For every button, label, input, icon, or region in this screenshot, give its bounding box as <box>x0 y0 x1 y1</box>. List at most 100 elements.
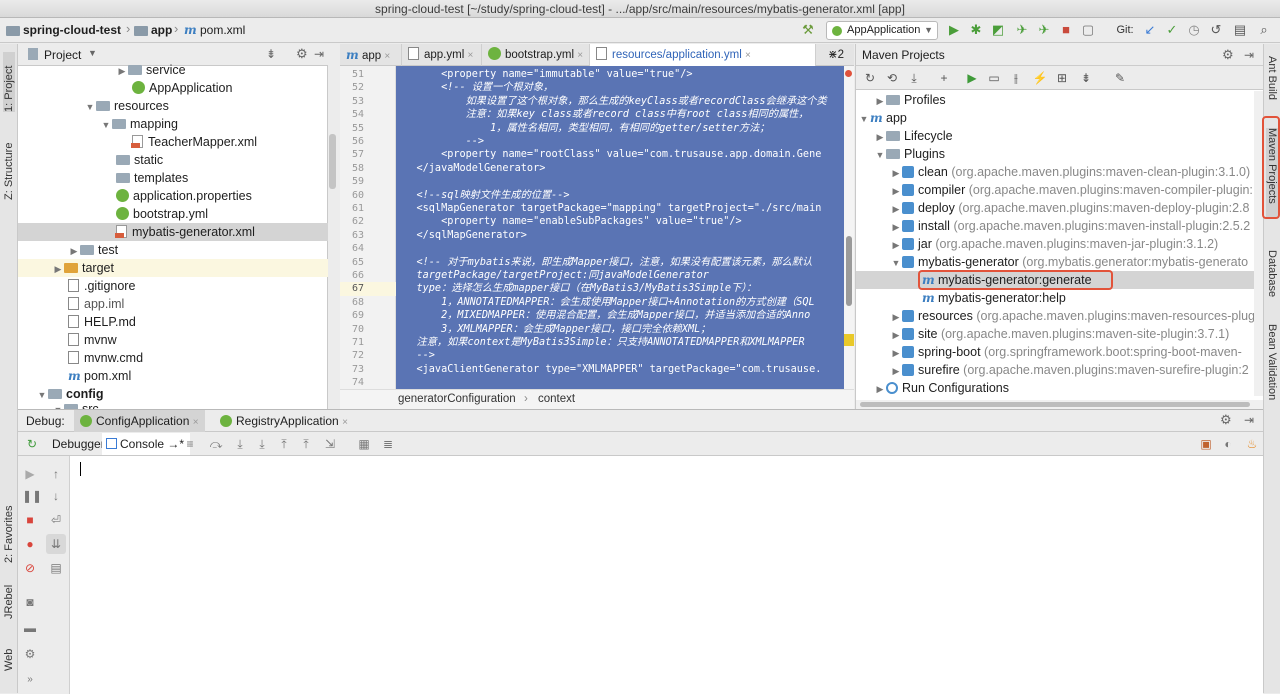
hide-icon[interactable]: ⇥ <box>1244 413 1254 427</box>
mute-breakpoints-icon[interactable]: ⊘ <box>22 560 38 576</box>
frame-icon[interactable]: ▢ <box>1080 22 1096 38</box>
tree-item-mvnw-cmd[interactable]: mvnw.cmd <box>18 349 328 367</box>
show-dependencies-icon[interactable]: ⊞ <box>1054 70 1070 86</box>
maven-plugin-resources[interactable]: ▶ resources (org.apache.maven.plugins:mav… <box>856 307 1254 325</box>
debug-bug-icon[interactable]: ✱ <box>968 22 984 38</box>
down-arrow-icon[interactable]: ↓ <box>48 488 64 504</box>
maven-plugin-clean[interactable]: ▶ clean (org.apache.maven.plugins:maven-c… <box>856 163 1254 181</box>
close-icon[interactable]: × <box>467 50 473 61</box>
flame-icon[interactable]: ♨ <box>1244 436 1260 452</box>
rerun-icon[interactable]: ↻ <box>24 436 40 452</box>
git-revert-icon[interactable]: ↺ <box>1208 22 1224 38</box>
settings-icon[interactable]: ⚙ <box>22 646 38 662</box>
tree-item-static[interactable]: static <box>18 151 328 169</box>
project-panel-title[interactable]: Project <box>44 48 81 62</box>
tab-overflow-button[interactable]: ⋇2 <box>822 44 854 66</box>
trace-icon[interactable]: ≣ <box>380 436 396 452</box>
force-step-into-icon[interactable]: ⤓ <box>254 436 270 452</box>
maven-plugin-jar[interactable]: ▶ jar (org.apache.maven.plugins:maven-jar… <box>856 235 1254 253</box>
tool-window-bean-validation[interactable]: Bean Validation <box>1266 324 1278 400</box>
tool-window-web[interactable]: Web <box>3 643 15 671</box>
collapse-all-icon[interactable]: ⇟ <box>266 47 276 61</box>
tool-window-project[interactable]: 1: Project <box>3 52 15 112</box>
maven-item-app[interactable]: ▼ m app <box>856 109 1254 127</box>
hide-icon[interactable]: ⇥ <box>1244 44 1254 66</box>
tree-item-test[interactable]: ▶ test <box>18 241 328 259</box>
git-commit-icon[interactable]: ✓ <box>1164 22 1180 38</box>
tree-item-gitignore[interactable]: .gitignore <box>18 277 328 295</box>
tree-item-help-md[interactable]: HELP.md <box>18 313 328 331</box>
tool-window-favorites[interactable]: 2: Favorites <box>3 493 15 563</box>
run-config-icon[interactable]: ▭ <box>986 70 1002 86</box>
tree-item-config[interactable]: ▼ config <box>18 385 328 403</box>
step-into-icon[interactable]: ⤓ <box>232 436 248 452</box>
project-structure-icon[interactable]: ▤ <box>1232 22 1248 38</box>
project-scrollbar[interactable] <box>329 134 336 189</box>
tree-item-bootstrap-yml[interactable]: bootstrap.yml <box>18 205 328 223</box>
wrench-icon[interactable]: ✎ <box>1112 70 1128 86</box>
toggle-offline-icon[interactable]: ⫲ <box>1008 70 1024 86</box>
editor-crumb-generatorconfiguration[interactable]: generatorConfiguration <box>398 390 516 409</box>
maven-goal-mybatis-generator-help[interactable]: m mybatis-generator:help <box>856 289 1254 307</box>
git-history-icon[interactable]: ◷ <box>1186 22 1202 38</box>
search-icon[interactable]: ⌕ <box>1256 22 1272 38</box>
tool-window-database[interactable]: Database <box>1266 250 1278 300</box>
maven-plugin-compiler[interactable]: ▶ compiler (org.apache.maven.plugins:mave… <box>856 181 1254 199</box>
debug-session-registryapplication[interactable]: RegistryApplication × <box>214 410 354 432</box>
soft-wrap-icon[interactable]: ⏎ <box>48 512 64 528</box>
maven-plugin-spring-boot[interactable]: ▶ spring-boot (org.springframework.boot:s… <box>856 343 1254 361</box>
drop-frame-icon[interactable]: ⤒ <box>298 436 314 452</box>
tool-window-ant-build[interactable]: Ant Build <box>1266 56 1278 112</box>
maven-item-plugins[interactable]: ▼ Plugins <box>856 145 1254 163</box>
tool-window-structure[interactable]: Z: Structure <box>3 130 15 200</box>
maven-item-profiles[interactable]: ▶ Profiles <box>856 91 1254 109</box>
jrebel-debug-icon[interactable]: ✈ <box>1036 22 1052 38</box>
tree-item-mvnw[interactable]: mvnw <box>18 331 328 349</box>
run-icon[interactable]: ▶ <box>964 70 980 86</box>
tree-item-templates[interactable]: templates <box>18 169 328 187</box>
layout-icon[interactable]: ▬ <box>22 620 38 636</box>
tree-item-appapplication[interactable]: AppApplication <box>18 79 328 97</box>
maven-plugin-deploy[interactable]: ▶ deploy (org.apache.maven.plugins:maven-… <box>856 199 1254 217</box>
maven-horizontal-scrollbar[interactable] <box>856 400 1264 409</box>
run-configuration-select[interactable]: AppApplication ▼ <box>826 21 938 40</box>
maven-plugin-site[interactable]: ▶ site (org.apache.maven.plugins:maven-si… <box>856 325 1254 343</box>
collapse-all-icon[interactable]: ⇟ <box>1078 70 1094 86</box>
reimport-icon[interactable]: ↻ <box>862 70 878 86</box>
tab-app[interactable]: m app × <box>340 44 402 66</box>
camera-icon[interactable]: ◙ <box>22 594 38 610</box>
breadcrumb-file[interactable]: m pom.xml <box>184 22 245 39</box>
editor-scrollbar[interactable] <box>844 66 854 396</box>
tab-console[interactable]: Console →* <box>102 433 191 455</box>
editor-crumb-context[interactable]: context <box>538 390 575 409</box>
scroll-to-end-icon[interactable]: ⇊ <box>46 534 66 554</box>
close-icon[interactable]: × <box>577 50 583 61</box>
run-icon[interactable]: ▶ <box>946 22 962 38</box>
tree-item-application-properties[interactable]: application.properties <box>18 187 328 205</box>
maven-plugin-mybatis-generator[interactable]: ▼ mybatis-generator (org.mybatis.generato… <box>856 253 1254 271</box>
git-update-icon[interactable]: ↙ <box>1142 22 1158 38</box>
scroll-thumb[interactable] <box>860 402 1250 407</box>
generate-sources-icon[interactable]: ⟲ <box>884 70 900 86</box>
up-arrow-icon[interactable]: ↑ <box>48 466 64 482</box>
code-area[interactable]: <property name="immutable" value="true"/… <box>396 66 844 396</box>
scroll-thumb[interactable] <box>846 236 852 306</box>
tree-item-mybatis-generator-xml[interactable]: mybatis-generator.xml <box>18 223 328 241</box>
run-with-coverage-icon[interactable]: ◩ <box>990 22 1006 38</box>
jrebel-icon[interactable]: ▣ <box>1198 436 1214 452</box>
maven-item-lifecycle[interactable]: ▶ Lifecycle <box>856 127 1254 145</box>
view-breakpoints-icon[interactable]: ● <box>22 536 38 552</box>
maven-plugin-install[interactable]: ▶ install (org.apache.maven.plugins:maven… <box>856 217 1254 235</box>
console-output[interactable] <box>70 456 1263 694</box>
tree-item-target[interactable]: ▶ target <box>18 259 328 277</box>
hide-icon[interactable]: ⇥ <box>314 47 324 61</box>
step-out-icon[interactable]: ⤒ <box>276 436 292 452</box>
print-icon[interactable]: ▤ <box>48 560 64 576</box>
add-icon[interactable]: + <box>936 70 952 86</box>
tree-item-mapping[interactable]: ▼ mapping <box>18 115 328 133</box>
close-icon[interactable]: × <box>342 417 348 428</box>
resume-icon[interactable]: ▶ <box>22 466 38 482</box>
jrebel-run-icon[interactable]: ✈ <box>1014 22 1030 38</box>
gear-icon[interactable]: ⚙ <box>1220 412 1232 428</box>
tree-item-pom-xml[interactable]: m pom.xml <box>18 367 328 385</box>
